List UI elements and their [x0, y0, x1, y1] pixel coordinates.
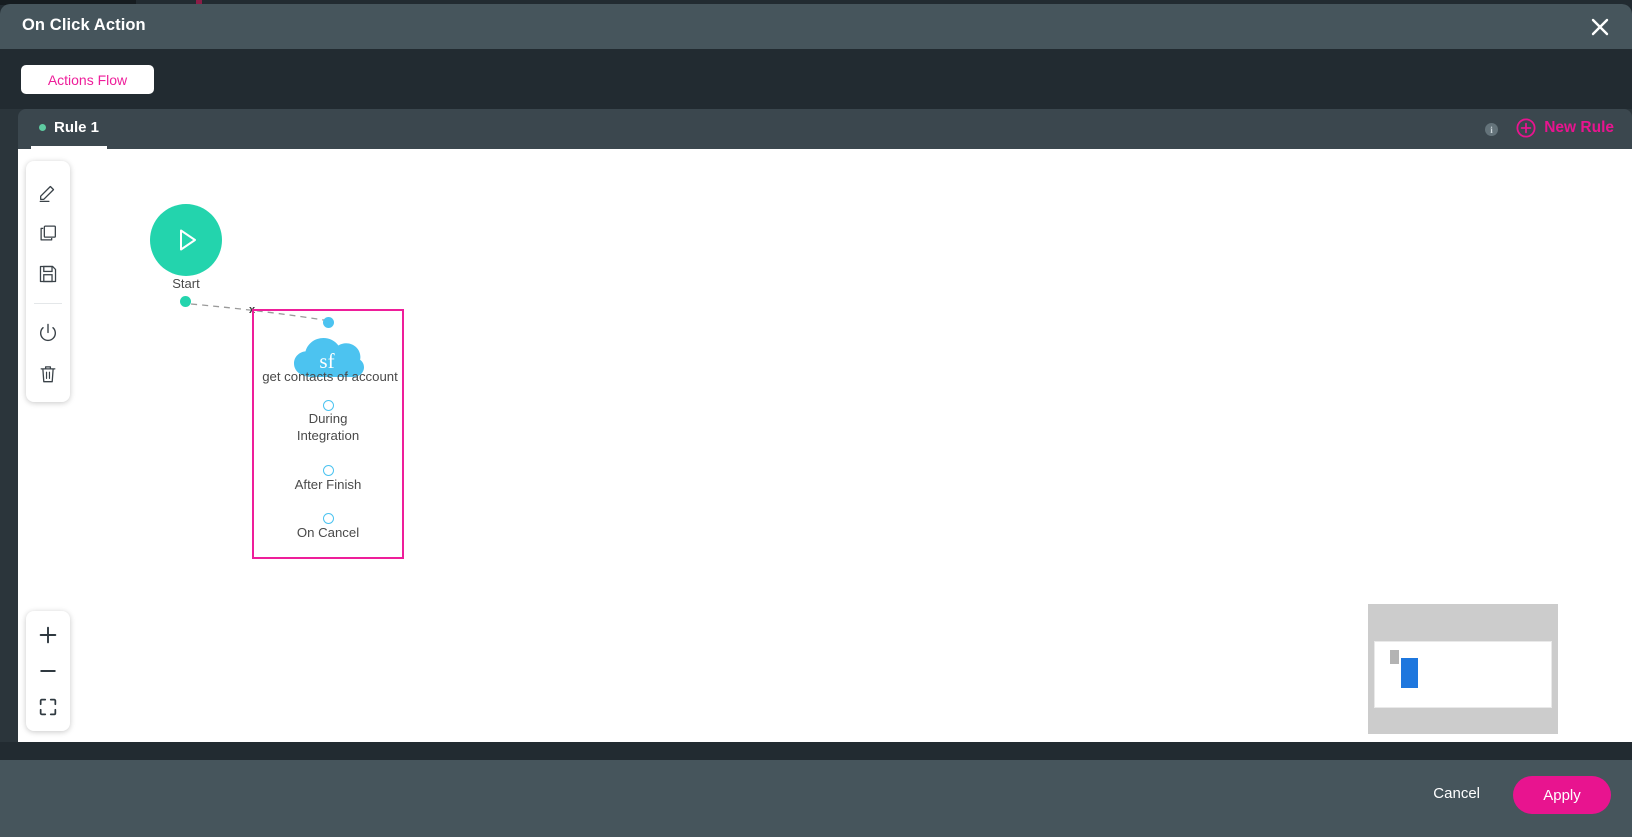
toolbar-divider: [34, 303, 62, 304]
new-rule-label: New Rule: [1544, 119, 1614, 136]
play-icon: [180, 229, 196, 251]
tab-actions-flow[interactable]: Actions Flow: [21, 65, 154, 94]
minimap-node-start: [1390, 650, 1399, 664]
fit-to-screen-icon[interactable]: [26, 689, 70, 725]
flow-node-port-on-cancel[interactable]: [323, 513, 334, 524]
rule-status-dot: [39, 124, 46, 131]
flow-node-start[interactable]: [150, 204, 222, 276]
rule-bar: Rule 1 i New Rule: [18, 109, 1632, 149]
flow-node-port-after-finish[interactable]: [323, 465, 334, 476]
flow-node-start-output-port[interactable]: [180, 296, 191, 307]
zoom-controls: [26, 611, 70, 731]
flow-node-port-label-on-cancel: On Cancel: [296, 525, 360, 540]
add-new-rule-button[interactable]: New Rule: [1516, 118, 1614, 138]
flow-node-salesforce[interactable]: sf get contacts of account During Integra…: [252, 309, 404, 559]
plus-circle-icon: [1516, 118, 1536, 138]
trash-icon[interactable]: [26, 353, 70, 394]
flow-node-port-label-during-integration: During Integration: [296, 411, 360, 443]
edit-icon[interactable]: [26, 171, 70, 212]
info-icon[interactable]: i: [1485, 123, 1498, 136]
minimap[interactable]: [1368, 604, 1558, 734]
minimap-node-salesforce: [1401, 658, 1418, 688]
flow-node-salesforce-title: get contacts of account: [262, 369, 398, 384]
on-click-action-modal: On Click Action Actions Flow Rule 1 i Ne…: [0, 4, 1632, 837]
cancel-button[interactable]: Cancel: [1433, 785, 1480, 802]
rule-tab-label: Rule 1: [54, 119, 100, 136]
page-title: On Click Action: [22, 16, 146, 34]
flow-canvas[interactable]: x Start sf get contacts of account Durin…: [18, 149, 1632, 742]
zoom-out-icon[interactable]: [26, 653, 70, 689]
flow-node-salesforce-input-port[interactable]: [323, 317, 334, 328]
modal-footer: Cancel Apply: [0, 760, 1632, 837]
power-icon[interactable]: [26, 312, 70, 353]
modal-titlebar: On Click Action: [0, 4, 1632, 49]
flow-node-start-label: Start: [172, 276, 200, 291]
apply-button[interactable]: Apply: [1513, 776, 1611, 814]
canvas-toolbar: [26, 161, 70, 402]
modal-subheader: Actions Flow: [0, 49, 1632, 109]
tab-rule-1[interactable]: Rule 1: [31, 109, 108, 149]
canvas-footer-gap: [0, 742, 1632, 760]
close-icon[interactable]: [1586, 14, 1614, 40]
minimap-viewport[interactable]: [1374, 641, 1552, 708]
copy-icon[interactable]: [26, 212, 70, 253]
flow-node-port-label-after-finish: After Finish: [294, 477, 362, 492]
save-icon[interactable]: [26, 253, 70, 294]
zoom-in-icon[interactable]: [26, 617, 70, 653]
